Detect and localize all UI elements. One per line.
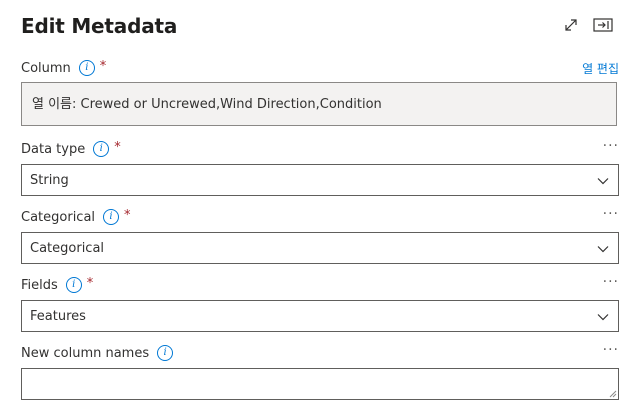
edit-metadata-panel: Edit Metadata Column i * 열 편집 열 이름: Crew… — [0, 0, 632, 413]
chevron-down-icon — [597, 246, 609, 253]
fields-label: Fields — [21, 277, 58, 293]
data-type-label-row: Data type i * ··· — [21, 138, 619, 160]
required-mark: * — [124, 207, 131, 223]
data-type-value: String — [30, 172, 69, 188]
more-options-icon[interactable]: ··· — [603, 206, 619, 222]
info-icon[interactable]: i — [65, 277, 82, 293]
info-icon[interactable]: i — [157, 345, 174, 361]
column-selection-value: 열 이름: Crewed or Uncrewed,Wind Direction,… — [32, 97, 382, 112]
data-type-label: Data type — [21, 141, 86, 157]
fields-label-row: Fields i * ··· — [21, 274, 619, 296]
categorical-label-row: Categorical i * ··· — [21, 206, 619, 228]
new-column-names-label-row: New column names i ··· — [21, 342, 619, 364]
required-mark: * — [114, 139, 121, 155]
more-options-icon[interactable]: ··· — [603, 342, 619, 358]
dock-panel-icon[interactable] — [592, 14, 614, 36]
expand-icon[interactable] — [560, 14, 582, 36]
expand-icon-glyph — [565, 19, 577, 31]
edit-columns-link[interactable]: 열 편집 — [582, 60, 619, 77]
info-icon[interactable]: i — [78, 60, 95, 76]
fields-dropdown[interactable]: Features — [21, 300, 619, 332]
resize-grip-icon[interactable] — [609, 390, 617, 398]
fields-value: Features — [30, 308, 86, 324]
data-type-dropdown[interactable]: String — [21, 164, 619, 196]
categorical-dropdown[interactable]: Categorical — [21, 232, 619, 264]
info-icon[interactable]: i — [93, 141, 110, 157]
new-column-names-label: New column names — [21, 345, 150, 361]
new-column-names-input[interactable] — [21, 368, 619, 400]
column-label: Column — [21, 60, 71, 76]
categorical-value: Categorical — [30, 240, 105, 256]
required-mark: * — [99, 58, 107, 74]
info-icon[interactable]: i — [103, 209, 120, 225]
required-mark: * — [86, 275, 94, 291]
more-options-icon[interactable]: ··· — [603, 138, 619, 154]
column-selection-display: 열 이름: Crewed or Uncrewed,Wind Direction,… — [21, 82, 617, 126]
chevron-down-icon — [597, 314, 609, 321]
categorical-label: Categorical — [21, 209, 96, 225]
dock-panel-icon-glyph — [593, 18, 613, 32]
more-options-icon[interactable]: ··· — [603, 274, 619, 290]
chevron-down-icon — [597, 178, 609, 185]
column-label-row: Column i * 열 편집 — [21, 57, 619, 79]
panel-title: Edit Metadata — [21, 14, 178, 38]
